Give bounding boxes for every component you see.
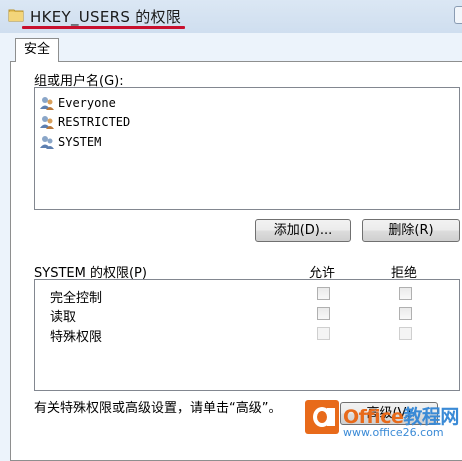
allow-special-checkbox bbox=[317, 327, 330, 340]
deny-read-checkbox[interactable] bbox=[399, 307, 412, 320]
watermark-url: www.office26.com bbox=[343, 426, 444, 439]
advanced-hint: 有关特殊权限或高级设置，请单击“高级”。 bbox=[34, 401, 282, 416]
remove-button[interactable]: 删除(R) bbox=[362, 219, 460, 242]
user-name: SYSTEM bbox=[58, 135, 102, 149]
watermark: Office教程网 www.office26.com bbox=[305, 400, 462, 447]
permissions-list: 完全控制 读取 特殊权限 bbox=[34, 279, 460, 391]
perm-special: 特殊权限 bbox=[50, 330, 103, 345]
user-name: Everyone bbox=[58, 96, 116, 110]
add-button[interactable]: 添加(D)... bbox=[255, 219, 351, 242]
list-item-system[interactable]: SYSTEM bbox=[39, 133, 101, 151]
users-icon bbox=[40, 97, 54, 110]
title-bar: HKEY_USERS 的权限 bbox=[0, 0, 462, 33]
allow-read-checkbox[interactable] bbox=[317, 307, 330, 320]
users-icon bbox=[40, 116, 54, 129]
perm-read: 读取 bbox=[50, 310, 77, 325]
office-logo-icon bbox=[305, 400, 339, 434]
watermark-brand: Office教程网 bbox=[343, 406, 459, 428]
folder-icon bbox=[8, 9, 24, 22]
perm-full-control: 完全控制 bbox=[50, 291, 103, 306]
user-name: RESTRICTED bbox=[58, 115, 131, 129]
list-item-everyone[interactable]: Everyone bbox=[39, 94, 116, 112]
user-list[interactable]: Everyone RESTRICTED SYSTEM bbox=[34, 87, 460, 210]
deny-full-control-checkbox[interactable] bbox=[399, 287, 412, 300]
tab-security[interactable]: 安全 bbox=[15, 38, 59, 62]
deny-special-checkbox bbox=[399, 327, 412, 340]
allow-full-control-checkbox[interactable] bbox=[317, 287, 330, 300]
users-icon bbox=[40, 136, 54, 149]
title-underline bbox=[22, 26, 185, 29]
window-title: HKEY_USERS 的权限 bbox=[30, 8, 182, 26]
list-item-restricted[interactable]: RESTRICTED bbox=[39, 113, 130, 131]
close-button[interactable] bbox=[454, 6, 462, 24]
